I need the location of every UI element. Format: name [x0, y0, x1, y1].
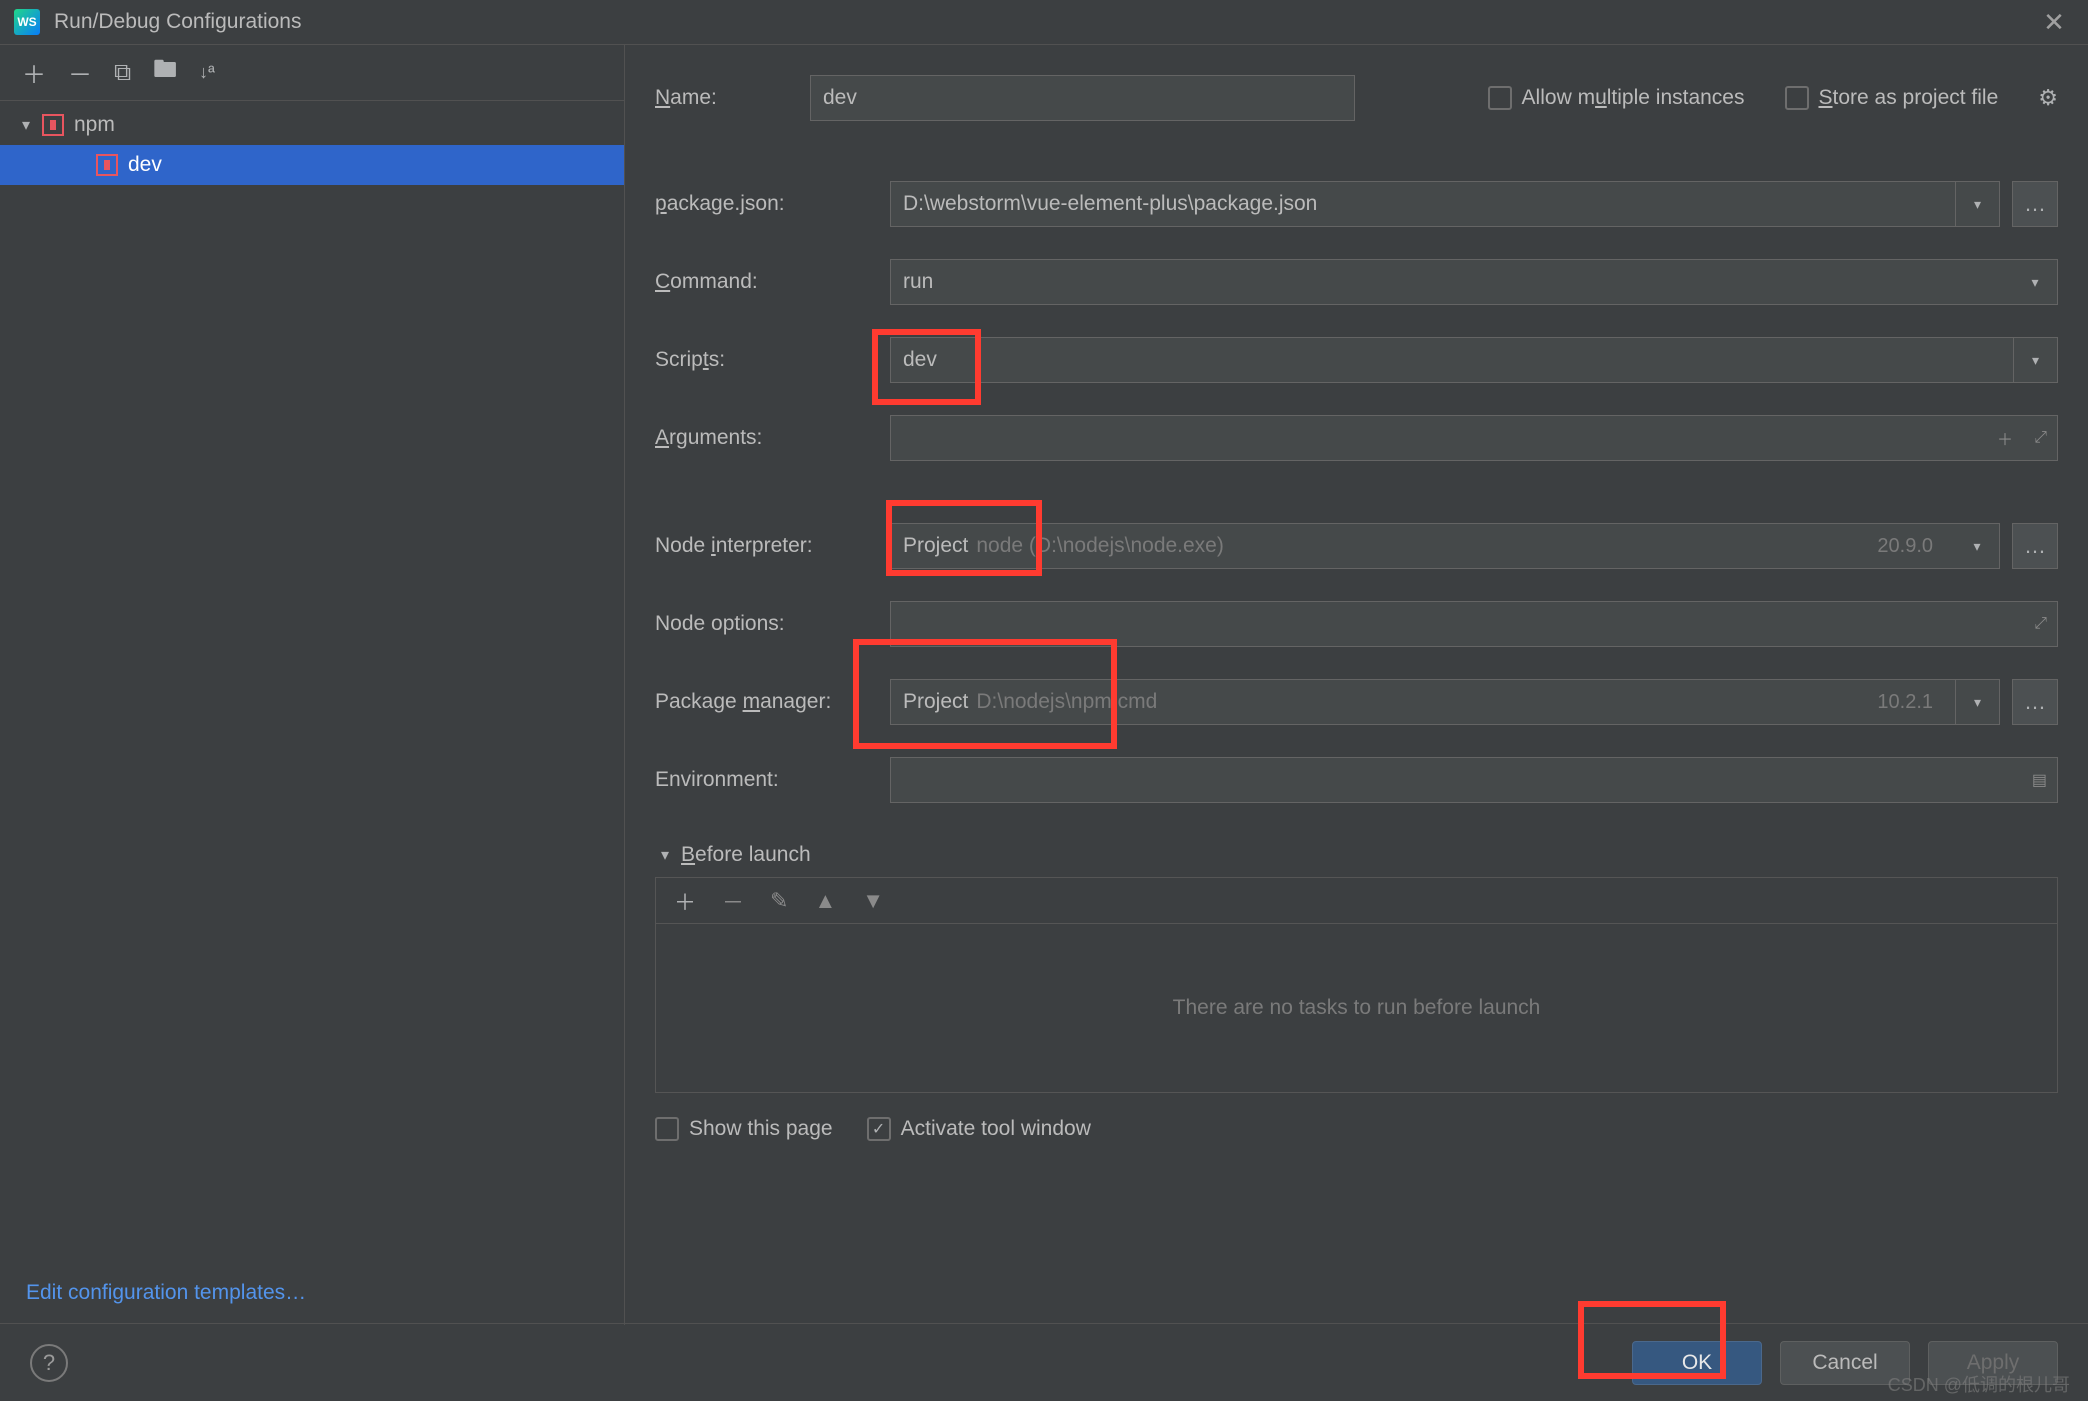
remove-icon[interactable]: －	[68, 55, 92, 90]
browse-button[interactable]: …	[2012, 679, 2058, 725]
arguments-input[interactable]: ＋ ⤢	[890, 415, 2058, 461]
gear-icon[interactable]: ⚙	[2038, 85, 2058, 111]
field-value: D:\webstorm\vue-element-plus\package.jso…	[903, 192, 1317, 216]
before-launch-toolbar: ＋ － ✎ ▲ ▼	[655, 877, 2058, 923]
tree-node-npm[interactable]: ▾ npm	[0, 105, 624, 145]
dialog-footer: ? OK Cancel Apply	[0, 1323, 2088, 1401]
add-icon[interactable]: ＋	[674, 885, 696, 917]
scripts-label: Scripts:	[655, 348, 890, 372]
environment-label: Environment:	[655, 768, 890, 792]
titlebar: WS Run/Debug Configurations ✕	[0, 0, 2088, 44]
chevron-down-icon[interactable]: ▾	[1955, 523, 1999, 569]
command-label: Command:	[655, 270, 890, 294]
version-text: 10.2.1	[1877, 691, 1933, 714]
edit-templates-link[interactable]: Edit configuration templates…	[26, 1281, 306, 1304]
main-panel: Name: dev Allow multiple instances Store…	[625, 45, 2088, 1325]
checkbox-label: Allow multiple instances	[1522, 86, 1745, 110]
version-text: 20.9.0	[1877, 535, 1933, 558]
window-title: Run/Debug Configurations	[54, 10, 2034, 34]
package-json-label: package.json:	[655, 192, 890, 216]
expand-icon[interactable]: ⤢	[2034, 615, 2047, 633]
field-value: dev	[903, 348, 937, 372]
tree-node-dev[interactable]: dev	[0, 145, 624, 185]
chevron-down-icon[interactable]: ▾	[2013, 259, 2057, 305]
checkbox-label: Activate tool window	[901, 1117, 1091, 1141]
ok-button[interactable]: OK	[1632, 1341, 1762, 1385]
chevron-down-icon: ▾	[22, 115, 42, 135]
chevron-down-icon[interactable]: ▾	[1955, 679, 1999, 725]
checkbox-icon	[655, 1117, 679, 1141]
add-icon[interactable]: ＋	[1997, 426, 2013, 450]
checkbox-icon	[1488, 86, 1512, 110]
name-input[interactable]: dev	[810, 75, 1355, 121]
move-up-icon[interactable]: ▲	[814, 888, 836, 914]
chevron-down-icon: ▾	[661, 845, 669, 865]
node-interpreter-field[interactable]: Project node (D:\nodejs\node.exe) 20.9.0…	[890, 523, 2000, 569]
sidebar-toolbar: ＋ － ⧉ 🖿 ↓ª	[0, 45, 624, 100]
remove-icon[interactable]: －	[722, 885, 744, 917]
chevron-down-icon[interactable]: ▾	[2013, 337, 2057, 383]
move-down-icon[interactable]: ▼	[862, 888, 884, 914]
chevron-down-icon[interactable]: ▾	[1955, 181, 1999, 227]
command-select[interactable]: run ▾	[890, 259, 2058, 305]
checkbox-icon	[1785, 86, 1809, 110]
package-manager-field[interactable]: Project D:\nodejs\npm.cmd 10.2.1 ▾	[890, 679, 2000, 725]
field-hint: D:\nodejs\npm.cmd	[976, 690, 1157, 714]
browse-button[interactable]: …	[2012, 523, 2058, 569]
field-prefix: Project	[903, 534, 968, 558]
npm-icon	[42, 114, 64, 136]
node-options-label: Node options:	[655, 612, 890, 636]
section-label: Before launch	[681, 843, 811, 867]
sidebar: ＋ － ⧉ 🖿 ↓ª ▾ npm dev Edit configuration …	[0, 45, 625, 1325]
tree-label: dev	[128, 153, 162, 177]
before-launch-header[interactable]: ▾ Before launch	[661, 843, 2058, 867]
package-json-field[interactable]: D:\webstorm\vue-element-plus\package.jso…	[890, 181, 2000, 227]
arguments-label: Arguments:	[655, 426, 890, 450]
sidebar-footer: Edit configuration templates…	[0, 1261, 624, 1325]
name-label: Name:	[655, 86, 770, 110]
store-project-checkbox[interactable]: Store as project file	[1785, 86, 1999, 110]
config-tree: ▾ npm dev	[0, 101, 624, 1261]
scripts-field[interactable]: dev ▾	[890, 337, 2058, 383]
copy-icon[interactable]: ⧉	[114, 59, 131, 87]
add-icon[interactable]: ＋	[22, 55, 46, 90]
edit-icon[interactable]: ✎	[770, 888, 788, 914]
npm-icon	[96, 154, 118, 176]
save-template-icon[interactable]: 🖿	[153, 52, 177, 93]
checkbox-label: Show this page	[689, 1117, 833, 1141]
package-manager-label: Package manager:	[655, 690, 890, 714]
checkbox-icon	[867, 1117, 891, 1141]
tree-label: npm	[74, 113, 115, 137]
list-icon[interactable]: ▤	[2032, 770, 2047, 790]
node-options-input[interactable]: ⤢	[890, 601, 2058, 647]
node-interpreter-label: Node interpreter:	[655, 534, 890, 558]
tasks-empty: There are no tasks to run before launch	[655, 923, 2058, 1093]
close-icon[interactable]: ✕	[2034, 7, 2074, 38]
field-hint: node (D:\nodejs\node.exe)	[976, 534, 1224, 558]
activate-tool-window-checkbox[interactable]: Activate tool window	[867, 1117, 1091, 1141]
field-value: run	[903, 270, 933, 294]
watermark: CSDN @低调的根儿哥	[1888, 1371, 2070, 1397]
browse-button[interactable]: …	[2012, 181, 2058, 227]
checkbox-label: Store as project file	[1819, 86, 1999, 110]
sort-icon[interactable]: ↓ª	[199, 62, 215, 83]
expand-icon[interactable]: ⤢	[2034, 429, 2047, 447]
allow-multiple-checkbox[interactable]: Allow multiple instances	[1488, 86, 1745, 110]
help-button[interactable]: ?	[30, 1344, 68, 1382]
webstorm-icon: WS	[14, 9, 40, 35]
show-this-page-checkbox[interactable]: Show this page	[655, 1117, 833, 1141]
environment-input[interactable]: ▤	[890, 757, 2058, 803]
field-prefix: Project	[903, 690, 968, 714]
